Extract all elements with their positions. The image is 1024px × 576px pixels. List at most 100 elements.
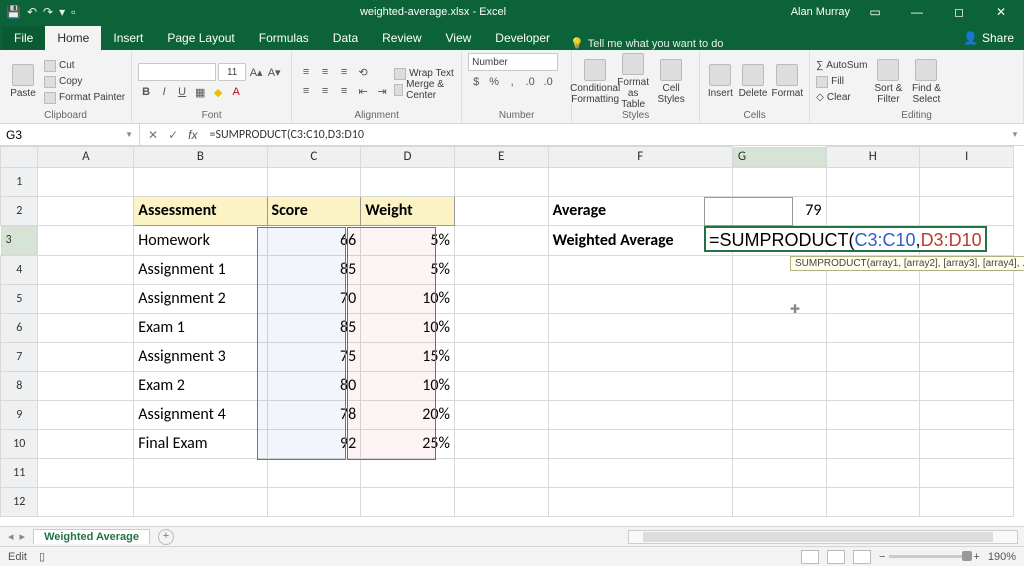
zoom-in-icon[interactable]: + (973, 551, 979, 563)
file-tab[interactable]: File (2, 26, 45, 50)
dec-decimal-icon[interactable]: .0 (540, 74, 556, 90)
cell-D2[interactable]: Weight (361, 196, 455, 225)
cell-C10[interactable]: 92 (267, 429, 361, 458)
font-size-select[interactable]: 11 (218, 63, 246, 81)
page-layout-tab[interactable]: Page Layout (155, 26, 246, 50)
name-box[interactable]: G3▼ (0, 124, 140, 145)
cell-B7[interactable]: Assignment 3 (134, 342, 267, 371)
col-D[interactable]: D (361, 147, 455, 168)
cell-C7[interactable]: 75 (267, 342, 361, 371)
cell-C2[interactable]: Score (267, 196, 361, 225)
cell-C4[interactable]: 85 (267, 255, 361, 284)
merge-center-button[interactable]: Merge & Center (394, 83, 455, 97)
cut-button[interactable]: Cut (44, 59, 125, 73)
row-12[interactable]: 12 (1, 487, 38, 516)
row-5[interactable]: 5 (1, 284, 38, 313)
underline-button[interactable]: U (174, 84, 190, 100)
developer-tab[interactable]: Developer (483, 26, 562, 50)
indent-dec-icon[interactable]: ⇤ (355, 83, 371, 99)
data-tab[interactable]: Data (321, 26, 370, 50)
expand-formula-bar-icon[interactable]: ▾ (1006, 124, 1024, 145)
fill-button[interactable]: Fill (816, 75, 867, 89)
minimize-button[interactable]: — (900, 0, 934, 24)
decrease-font-icon[interactable]: A▾ (266, 64, 282, 80)
align-left-icon[interactable]: ≡ (298, 83, 314, 99)
row-10[interactable]: 10 (1, 429, 38, 458)
qa-more-icon[interactable]: ▾ (59, 5, 65, 19)
home-tab[interactable]: Home (45, 26, 101, 50)
select-all-corner[interactable] (1, 147, 38, 168)
horizontal-scrollbar[interactable] (628, 530, 1018, 544)
zoom-out-icon[interactable]: − (879, 551, 885, 563)
col-E[interactable]: E (454, 147, 548, 168)
cell-F2[interactable]: Average (548, 196, 732, 225)
ribbon-options-icon[interactable]: ▭ (858, 0, 892, 24)
delete-cells-button[interactable]: Delete (739, 64, 768, 99)
cell-B6[interactable]: Exam 1 (134, 313, 267, 342)
formulas-tab[interactable]: Formulas (247, 26, 321, 50)
cell-C9[interactable]: 78 (267, 400, 361, 429)
clear-button[interactable]: ◇Clear (816, 91, 867, 105)
sheet-nav-next-icon[interactable]: ▸ (20, 530, 26, 543)
cell-D5[interactable]: 10% (361, 284, 455, 313)
enter-formula-icon[interactable]: ✓ (168, 128, 178, 142)
font-name-select[interactable] (138, 63, 216, 81)
cell-D9[interactable]: 20% (361, 400, 455, 429)
row-2[interactable]: 2 (1, 196, 38, 225)
align-top-icon[interactable]: ≡ (298, 64, 314, 80)
scrollbar-thumb[interactable] (643, 532, 993, 542)
cell-G2[interactable]: 79 (732, 196, 826, 225)
col-F[interactable]: F (548, 147, 732, 168)
cell-D7[interactable]: 15% (361, 342, 455, 371)
cell-C3[interactable]: 66 (267, 225, 361, 255)
sort-filter-button[interactable]: Sort & Filter (871, 59, 905, 105)
row-11[interactable]: 11 (1, 458, 38, 487)
save-icon[interactable]: 💾 (6, 5, 21, 19)
formula-input[interactable]: =SUMPRODUCT(C3:C10,D3:D10 (205, 124, 1006, 145)
cell-B3[interactable]: Homework (134, 225, 267, 255)
col-I[interactable]: I (920, 147, 1014, 168)
cell-C5[interactable]: 70 (267, 284, 361, 313)
page-layout-view-button[interactable] (827, 550, 845, 564)
cell-D4[interactable]: 5% (361, 255, 455, 284)
editing-cell-g3[interactable]: =SUMPRODUCT(C3:C10,D3:D10 (704, 226, 987, 252)
page-break-view-button[interactable] (853, 550, 871, 564)
font-color-button[interactable]: A (228, 84, 244, 100)
close-button[interactable]: ✕ (984, 0, 1018, 24)
format-as-table-button[interactable]: Format as Table (616, 53, 650, 110)
undo-icon[interactable]: ↶ (27, 5, 37, 19)
cell-B5[interactable]: Assignment 2 (134, 284, 267, 313)
col-B[interactable]: B (134, 147, 267, 168)
comma-icon[interactable]: , (504, 74, 520, 90)
insert-tab[interactable]: Insert (101, 26, 155, 50)
insert-cells-button[interactable]: Insert (706, 64, 734, 99)
macro-record-icon[interactable]: ▯ (39, 550, 45, 563)
row-1[interactable]: 1 (1, 167, 38, 196)
align-bottom-icon[interactable]: ≡ (336, 64, 352, 80)
sheet-tab-active[interactable]: Weighted Average (33, 529, 150, 544)
align-middle-icon[interactable]: ≡ (317, 64, 333, 80)
find-select-button[interactable]: Find & Select (909, 59, 943, 105)
italic-button[interactable]: I (156, 84, 172, 100)
col-C[interactable]: C (267, 147, 361, 168)
cancel-formula-icon[interactable]: ✕ (148, 128, 158, 142)
new-sheet-button[interactable]: + (158, 529, 174, 545)
row-8[interactable]: 8 (1, 371, 38, 400)
autosum-button[interactable]: ∑AutoSum (816, 59, 867, 73)
cell-C6[interactable]: 85 (267, 313, 361, 342)
fill-color-button[interactable]: ◆ (210, 84, 226, 100)
qa-extra-icon[interactable]: ▫ (71, 5, 75, 19)
row-6[interactable]: 6 (1, 313, 38, 342)
zoom-slider[interactable]: − + (879, 551, 980, 563)
increase-font-icon[interactable]: A▴ (248, 64, 264, 80)
format-cells-button[interactable]: Format (771, 64, 803, 99)
currency-icon[interactable]: $ (468, 74, 484, 90)
cell-B10[interactable]: Final Exam (134, 429, 267, 458)
align-right-icon[interactable]: ≡ (336, 83, 352, 99)
cell-D6[interactable]: 10% (361, 313, 455, 342)
redo-icon[interactable]: ↷ (43, 5, 53, 19)
cell-styles-button[interactable]: Cell Styles (654, 59, 688, 105)
format-painter-button[interactable]: Format Painter (44, 91, 125, 105)
row-9[interactable]: 9 (1, 400, 38, 429)
row-7[interactable]: 7 (1, 342, 38, 371)
